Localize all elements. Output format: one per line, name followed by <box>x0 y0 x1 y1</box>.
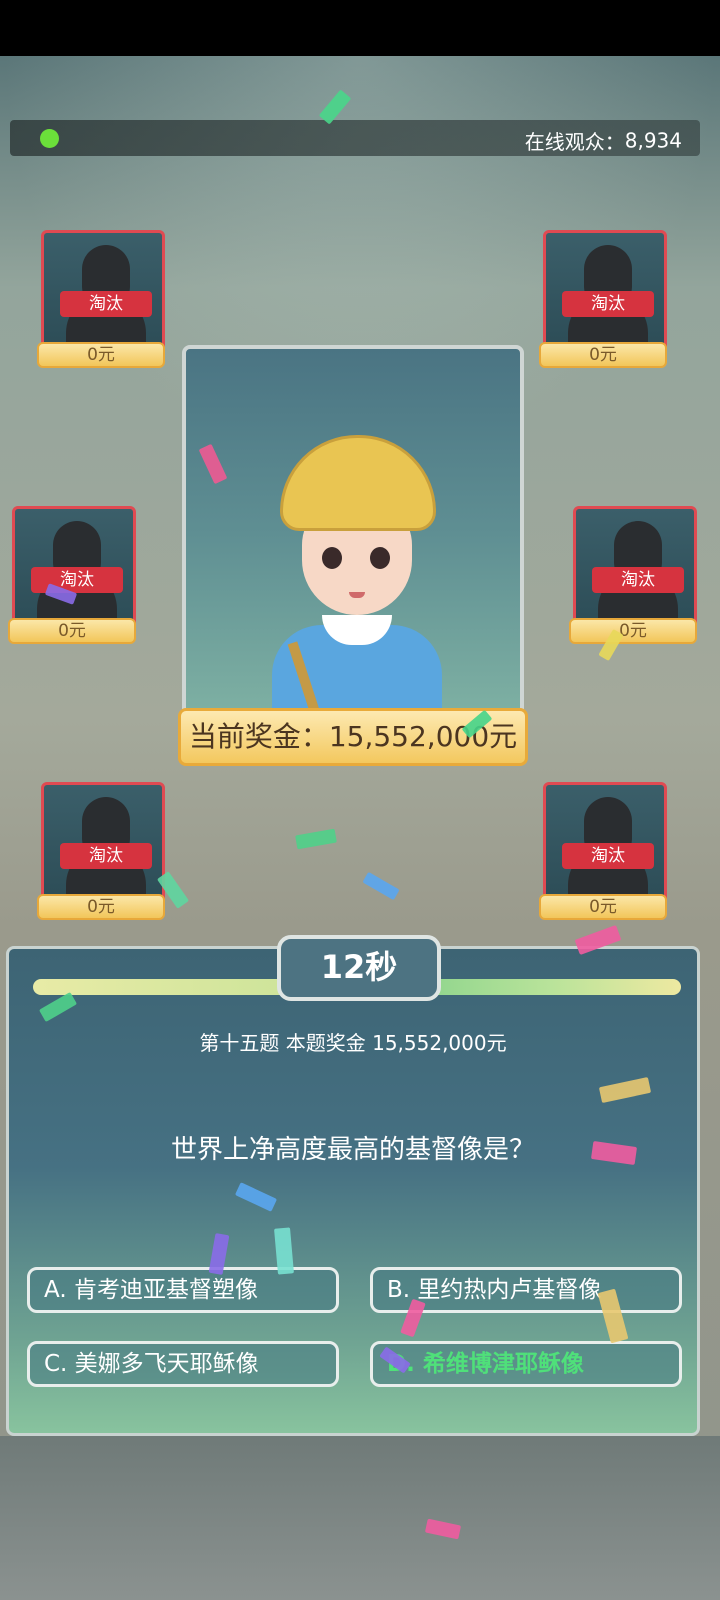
player-avatar-frame: 淘汰 <box>543 230 667 356</box>
avatar-eye <box>322 547 342 569</box>
player-card: 淘汰 0元 <box>37 230 165 368</box>
answer-a-button[interactable]: A. 肯考迪亚基督塑像 <box>27 1267 339 1313</box>
live-status-bar: 在线观众：8,934 <box>10 120 700 156</box>
player-avatar-frame: 淘汰 <box>41 782 165 908</box>
avatar-eye <box>370 547 390 569</box>
avatar-mouth <box>349 592 365 598</box>
player-card: 淘汰 0元 <box>37 782 165 920</box>
player-avatar-frame: 淘汰 <box>41 230 165 356</box>
eliminated-badge: 淘汰 <box>31 567 123 593</box>
answer-c-button[interactable]: C. 美娜多飞天耶稣像 <box>27 1341 339 1387</box>
player-prize: 0元 <box>569 618 697 644</box>
player-prize: 0元 <box>539 894 667 920</box>
player-card: 淘汰 0元 <box>539 230 667 368</box>
contestant-card <box>182 345 524 765</box>
player-prize: 0元 <box>37 342 165 368</box>
eliminated-badge: 淘汰 <box>562 291 654 317</box>
eliminated-badge: 淘汰 <box>562 843 654 869</box>
player-prize: 0元 <box>37 894 165 920</box>
viewer-count-value: 8,934 <box>624 128 682 153</box>
player-card: 淘汰 0元 <box>569 506 697 644</box>
player-card: 淘汰 0元 <box>8 506 136 644</box>
live-indicator-icon <box>40 129 59 148</box>
confetti <box>295 828 337 850</box>
player-prize: 0元 <box>8 618 136 644</box>
quiz-panel: 12秒 第十五题 本题奖金 15,552,000元 世界上净高度最高的基督像是？… <box>6 935 700 1436</box>
player-avatar-frame: 淘汰 <box>12 506 136 632</box>
player-prize: 0元 <box>539 342 667 368</box>
eliminated-badge: 淘汰 <box>592 567 684 593</box>
question-number: 第十五题 本题奖金 15,552,000元 <box>199 1031 507 1055</box>
top-black-bar <box>0 0 720 56</box>
avatar-hat <box>280 435 436 531</box>
viewer-count-label: 在线观众： <box>524 130 625 154</box>
player-card: 淘汰 0元 <box>539 782 667 920</box>
player-avatar-frame: 淘汰 <box>573 506 697 632</box>
answer-d-button[interactable]: D. 希维博津耶稣像 <box>370 1341 682 1387</box>
countdown-timer: 12秒 <box>277 935 441 1001</box>
eliminated-badge: 淘汰 <box>60 843 152 869</box>
eliminated-badge: 淘汰 <box>60 291 152 317</box>
player-avatar-frame: 淘汰 <box>543 782 667 908</box>
viewer-count: 在线观众：8,934 <box>525 126 682 155</box>
confetti <box>362 871 400 901</box>
background-city <box>0 1436 720 1600</box>
